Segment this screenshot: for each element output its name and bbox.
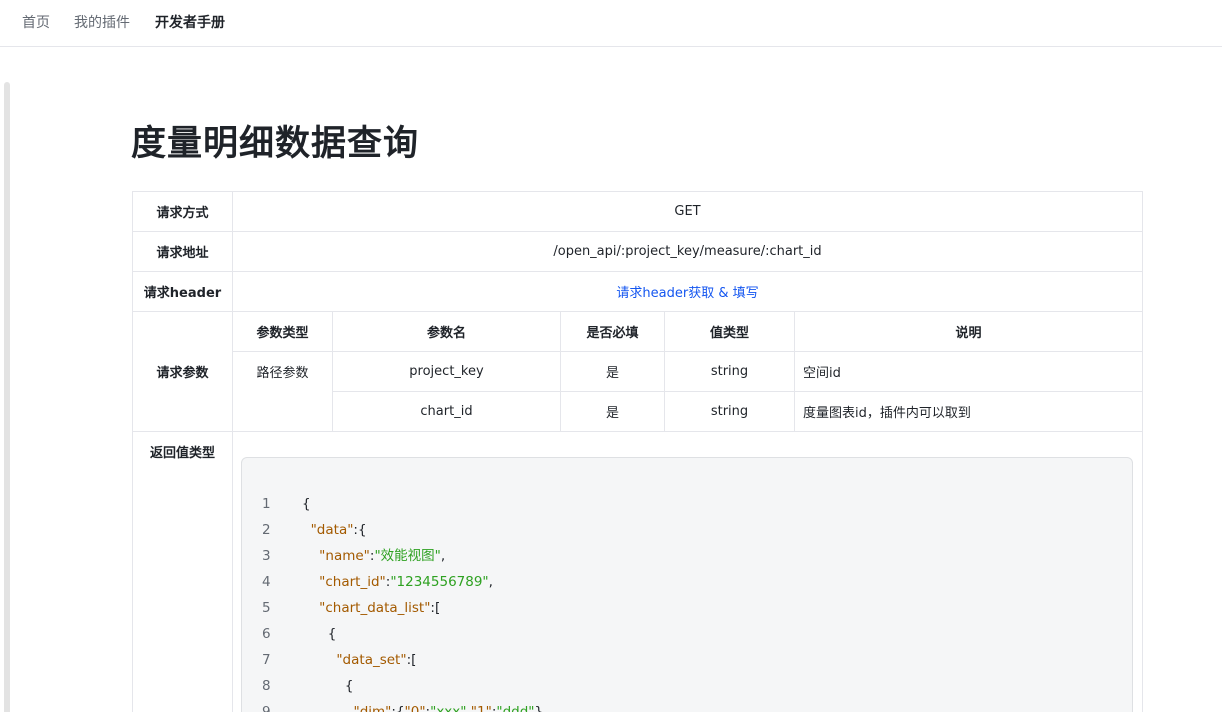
param-name: chart_id xyxy=(332,391,561,432)
col-param-type: 参数类型 xyxy=(232,311,333,352)
header-guide-link[interactable]: 请求header获取 & 填写 xyxy=(616,286,758,301)
code-token: { xyxy=(302,496,311,512)
line-number: 9 xyxy=(262,704,271,712)
line-number: 3 xyxy=(262,548,271,564)
col-param-name: 参数名 xyxy=(332,311,561,352)
code-token: { xyxy=(302,626,337,642)
param-value-type: string xyxy=(664,391,795,432)
header-label: 请求header xyxy=(132,271,233,312)
code-line: 8 { xyxy=(242,673,1132,699)
code-line: 7 "data_set":[ xyxy=(242,647,1132,673)
top-navigation: 首页 我的插件 开发者手册 xyxy=(0,0,1222,47)
code-text: { xyxy=(302,491,311,517)
code-token: "name" xyxy=(319,548,370,564)
line-number: 4 xyxy=(262,574,271,590)
page-title: 度量明细数据查询 xyxy=(131,124,420,164)
param-type-value: 路径参数 xyxy=(232,351,333,432)
code-line: 9 "dim":{"0":"xxx","1":"ddd"}, xyxy=(242,699,1132,712)
url-row: 请求地址 /open_api/:project_key/measure/:cha… xyxy=(132,231,1144,272)
method-row: 请求方式 GET xyxy=(132,191,1144,232)
code-token: "dim" xyxy=(353,704,392,712)
code-line: 2 "data":{ xyxy=(242,517,1132,543)
nav-my-plugins[interactable]: 我的插件 xyxy=(74,14,130,32)
line-number: 2 xyxy=(262,522,271,538)
col-value-type: 值类型 xyxy=(664,311,795,352)
params-label: 请求参数 xyxy=(132,311,233,432)
param-description: 度量图表id，插件内可以取到 xyxy=(793,391,1144,432)
col-description: 说明 xyxy=(793,311,1144,352)
url-label: 请求地址 xyxy=(132,231,233,272)
code-token: "0" xyxy=(404,704,426,712)
code-text: "chart_id":"1234556789", xyxy=(302,569,493,595)
code-token: { xyxy=(302,678,354,694)
line-number: 5 xyxy=(262,600,271,616)
code-token: :[ xyxy=(430,600,441,616)
params-header-row: 请求参数 参数类型 参数名 是否必填 值类型 说明 xyxy=(132,311,1144,432)
code-text: { xyxy=(302,621,337,647)
return-label: 返回值类型 xyxy=(132,431,233,712)
api-spec-table: 请求方式 GET 请求地址 /open_api/:project_key/mea… xyxy=(132,191,1144,712)
code-line: 1{ xyxy=(242,491,1132,517)
method-value: GET xyxy=(231,191,1144,232)
code-block[interactable]: 1{2 "data":{3 "name":"效能视图", 4 "chart_id"… xyxy=(241,457,1133,712)
return-row: 返回值类型 1{2 "data":{3 "name":"效能视图", 4 "cha… xyxy=(132,431,1144,712)
url-value: /open_api/:project_key/measure/:chart_id xyxy=(231,231,1144,272)
code-line: 3 "name":"效能视图", xyxy=(242,543,1132,569)
code-token: , xyxy=(488,574,493,590)
param-required: 是 xyxy=(560,351,665,392)
code-token: "1234556789" xyxy=(390,574,489,590)
code-text: "dim":{"0":"xxx","1":"ddd"}, xyxy=(302,699,548,712)
code-line: 5 "chart_data_list":[ xyxy=(242,595,1132,621)
code-text: { xyxy=(302,673,354,699)
nav-developer-manual[interactable]: 开发者手册 xyxy=(155,14,225,32)
code-token: "效能视图" xyxy=(374,548,441,564)
line-number: 8 xyxy=(262,678,271,694)
code-token: "xxx" xyxy=(430,704,467,712)
param-name: project_key xyxy=(332,351,561,392)
code-token: }, xyxy=(534,704,548,712)
line-number: 1 xyxy=(262,496,271,512)
code-token: :[ xyxy=(406,652,417,668)
line-number: 7 xyxy=(262,652,271,668)
code-token: "data_set" xyxy=(336,652,407,668)
table-row: 路径参数 project_key 是 string 空间id xyxy=(133,351,1144,432)
code-text: "chart_data_list":[ xyxy=(302,595,440,621)
param-required: 是 xyxy=(560,391,665,432)
param-description: 空间id xyxy=(793,351,1144,392)
sidebar-scrollbar[interactable] xyxy=(4,82,10,712)
code-token: "ddd" xyxy=(496,704,535,712)
header-row: 请求header 请求header获取 & 填写 xyxy=(132,271,1144,312)
code-token: "chart_id" xyxy=(319,574,386,590)
code-text: "data_set":[ xyxy=(302,647,416,673)
nav-home[interactable]: 首页 xyxy=(22,14,50,32)
method-label: 请求方式 xyxy=(132,191,233,232)
code-token: :{ xyxy=(353,522,367,538)
code-token: "1" xyxy=(470,704,492,712)
code-token: :{ xyxy=(391,704,405,712)
code-text: "name":"效能视图", xyxy=(302,543,445,569)
code-token: "data" xyxy=(310,522,354,538)
code-token: "chart_data_list" xyxy=(319,600,431,616)
code-line: 6 { xyxy=(242,621,1132,647)
code-token: , xyxy=(440,548,446,564)
line-number: 6 xyxy=(262,626,271,642)
code-line: 4 "chart_id":"1234556789", xyxy=(242,569,1132,595)
code-text: "data":{ xyxy=(302,517,367,543)
param-value-type: string xyxy=(664,351,795,392)
col-required: 是否必填 xyxy=(560,311,665,352)
